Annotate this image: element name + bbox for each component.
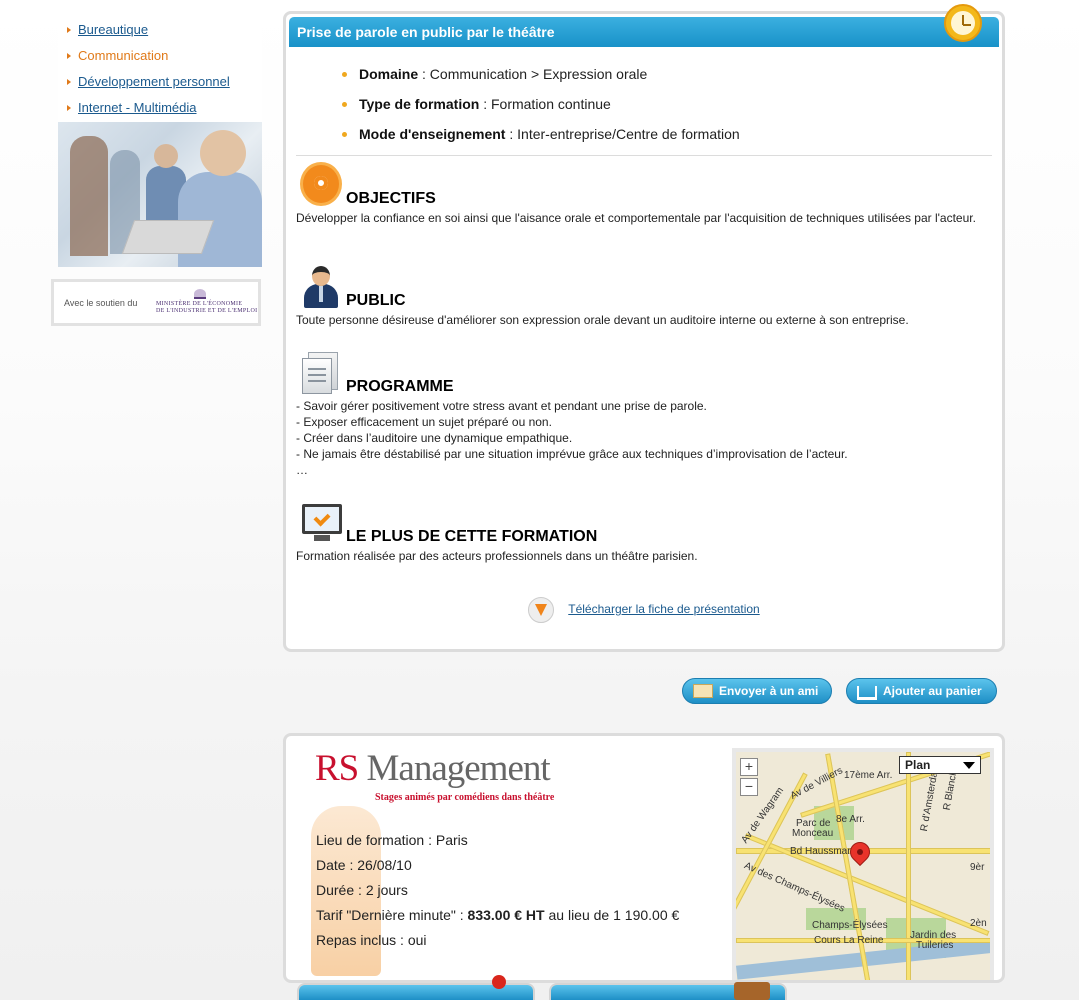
clock-icon <box>944 4 982 42</box>
programme-line: - Créer dans l’auditoire une dynamique e… <box>296 431 573 445</box>
session-lieu: Lieu de formation : Paris <box>316 832 468 848</box>
programme-line: … <box>296 463 308 477</box>
chevron-down-icon <box>963 762 975 769</box>
session-info: Lieu de formation : Paris Date : 26/08/1… <box>316 828 679 953</box>
cart-icon <box>857 686 877 700</box>
session-tarif: Tarif "Dernière minute" : 833.00 € HT au… <box>316 907 680 923</box>
map-label: 17ème Arr. <box>844 770 893 781</box>
envelope-icon <box>693 684 713 698</box>
sidebar-photo <box>58 122 262 267</box>
menu-item-internet[interactable]: Internet - Multimédia <box>58 96 262 122</box>
course-title: Prise de parole en public par le théâtre <box>289 17 999 47</box>
document-icon <box>300 350 342 394</box>
person-icon <box>300 264 342 308</box>
map-label: 8e Arr. <box>836 814 865 825</box>
map-label: 2èn <box>970 918 987 929</box>
sidebar: Bureautique Communication Développement … <box>58 14 262 267</box>
menu-item-bureautique[interactable]: Bureautique <box>58 18 262 44</box>
menu-item-developpement[interactable]: Développement personnel <box>58 70 262 96</box>
monitor-check-icon <box>300 500 342 544</box>
target-icon <box>300 162 342 206</box>
session-panel: RS Management Stages animés par comédien… <box>283 733 1005 983</box>
menu-link-developpement[interactable]: Développement personnel <box>78 74 230 89</box>
section-programme: PROGRAMME - Savoir gérer positivement vo… <box>296 350 988 478</box>
menu-link-communication[interactable]: Communication <box>78 48 168 63</box>
map-label: Tuileries <box>916 940 954 951</box>
arrow-icon <box>67 53 71 59</box>
send-to-friend-label: Envoyer à un ami <box>719 684 819 698</box>
download-link[interactable]: Télécharger la fiche de présentation <box>568 602 759 616</box>
provider-tagline: Stages animés par comédiens dans théâtre <box>375 792 555 803</box>
ministry-name-2: DE L'INDUSTRIE ET DE L'EMPLOI <box>156 308 258 314</box>
section-plus: LE PLUS DE CETTE FORMATION Formation réa… <box>296 500 988 564</box>
meta-type: Type de formation : Formation continue <box>342 95 1002 125</box>
section-body: Toute personne désireuse d'améliorer son… <box>296 313 909 327</box>
section-public: PUBLIC Toute personne désireuse d'amélio… <box>296 264 988 328</box>
session-date: Date : 26/08/10 <box>316 857 412 873</box>
send-to-friend-button[interactable]: Envoyer à un ami <box>682 678 832 704</box>
meta-domaine: Domaine : Communication > Expression ora… <box>342 65 1002 95</box>
programme-line: - Ne jamais être déstabilisé par une sit… <box>296 447 848 461</box>
briefcase-icon <box>734 982 770 1000</box>
add-to-cart-label: Ajouter au panier <box>883 684 982 698</box>
map-marker-icon[interactable] <box>845 837 875 867</box>
programme-line: - Exposer efficacement un sujet préparé … <box>296 415 552 429</box>
map-zoom-out-button[interactable]: − <box>740 778 758 796</box>
arrow-icon <box>67 105 71 111</box>
ministry-emblem-icon <box>194 289 206 299</box>
section-title: PUBLIC <box>346 292 406 309</box>
session-duree: Durée : 2 jours <box>316 882 408 898</box>
add-to-cart-button[interactable]: Ajouter au panier <box>846 678 997 704</box>
divider <box>296 155 992 156</box>
ministry-name: MINISTÈRE DE L'ÉCONOMIE <box>156 301 243 307</box>
map-type-select[interactable]: Plan <box>899 756 981 774</box>
map-label: Cours La Reine <box>814 935 884 946</box>
category-menu: Bureautique Communication Développement … <box>58 14 262 122</box>
support-text: Avec le soutien du <box>64 298 138 308</box>
section-title: PROGRAMME <box>346 378 454 395</box>
provider-logo[interactable]: RS Management <box>315 747 551 790</box>
course-panel: Prise de parole en public par le théâtre… <box>283 4 1005 652</box>
map-label: Bd Haussmann <box>790 846 859 857</box>
map-label: 9èr <box>970 862 985 873</box>
section-body: Formation réalisée par des acteurs profe… <box>296 549 698 563</box>
download-icon[interactable] <box>528 597 555 623</box>
menu-link-bureautique[interactable]: Bureautique <box>78 22 148 37</box>
location-map[interactable]: 17ème Arr. Av de Villiers Av de Wagram P… <box>732 748 994 980</box>
arrow-icon <box>67 79 71 85</box>
map-zoom-in-button[interactable]: + <box>740 758 758 776</box>
bullet-icon <box>342 72 347 77</box>
menu-link-internet[interactable]: Internet - Multimédia <box>78 100 197 115</box>
map-label: Monceau <box>792 828 834 839</box>
meta-mode: Mode d'enseignement : Inter-entreprise/C… <box>342 125 1002 155</box>
map-label: Champs-Élysées <box>812 920 888 931</box>
section-title: OBJECTIFS <box>346 190 436 207</box>
course-meta: Domaine : Communication > Expression ora… <box>342 65 1002 155</box>
section-objectifs: OBJECTIFS Développer la confiance en soi… <box>296 162 988 226</box>
section-title: LE PLUS DE CETTE FORMATION <box>346 528 598 545</box>
section-body: - Savoir gérer positivement votre stress… <box>296 398 988 478</box>
bullet-icon <box>342 132 347 137</box>
session-repas: Repas inclus : oui <box>316 932 427 948</box>
section-body: Développer la confiance en soi ainsi que… <box>296 211 976 225</box>
programme-line: - Savoir gérer positivement votre stress… <box>296 399 707 413</box>
arrow-icon <box>67 27 71 33</box>
bullet-icon <box>342 102 347 107</box>
menu-item-communication[interactable]: Communication <box>58 44 262 70</box>
download-area: Télécharger la fiche de présentation <box>286 597 1002 623</box>
pushpin-icon <box>492 975 506 989</box>
ministry-support-banner[interactable]: Avec le soutien du MINISTÈRE DE L'ÉCONOM… <box>51 279 261 326</box>
